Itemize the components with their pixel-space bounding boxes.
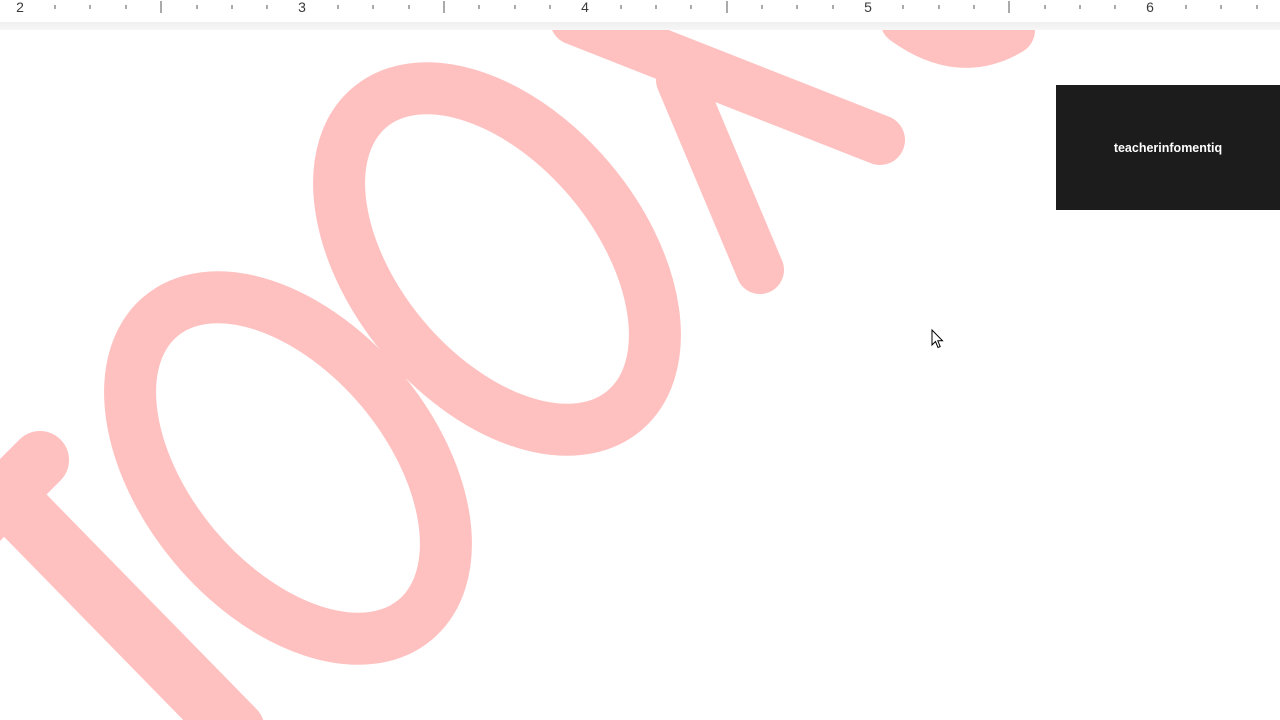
ruler-ticks (54, 1, 1258, 13)
ruler-label-4: 4 (581, 0, 589, 15)
channel-name-overlay: teacherinfomentiq (1056, 85, 1280, 210)
watermark-letter-o-2 (313, 62, 681, 456)
document-viewport: 2 3 4 5 6 teacherinfomentiq (0, 0, 1280, 720)
ruler-label-5: 5 (864, 0, 872, 15)
mouse-pointer-icon (931, 329, 944, 349)
watermark-letter-k-stem (552, 30, 905, 165)
horizontal-ruler[interactable]: 2 3 4 5 6 (0, 0, 1280, 22)
ruler-label-2: 2 (16, 0, 24, 15)
watermark-letter-fragment (882, 30, 1035, 68)
ruler-label-6: 6 (1146, 0, 1154, 15)
channel-name-text: teacherinfomentiq (1113, 140, 1223, 155)
ruler-label-3: 3 (298, 0, 306, 15)
